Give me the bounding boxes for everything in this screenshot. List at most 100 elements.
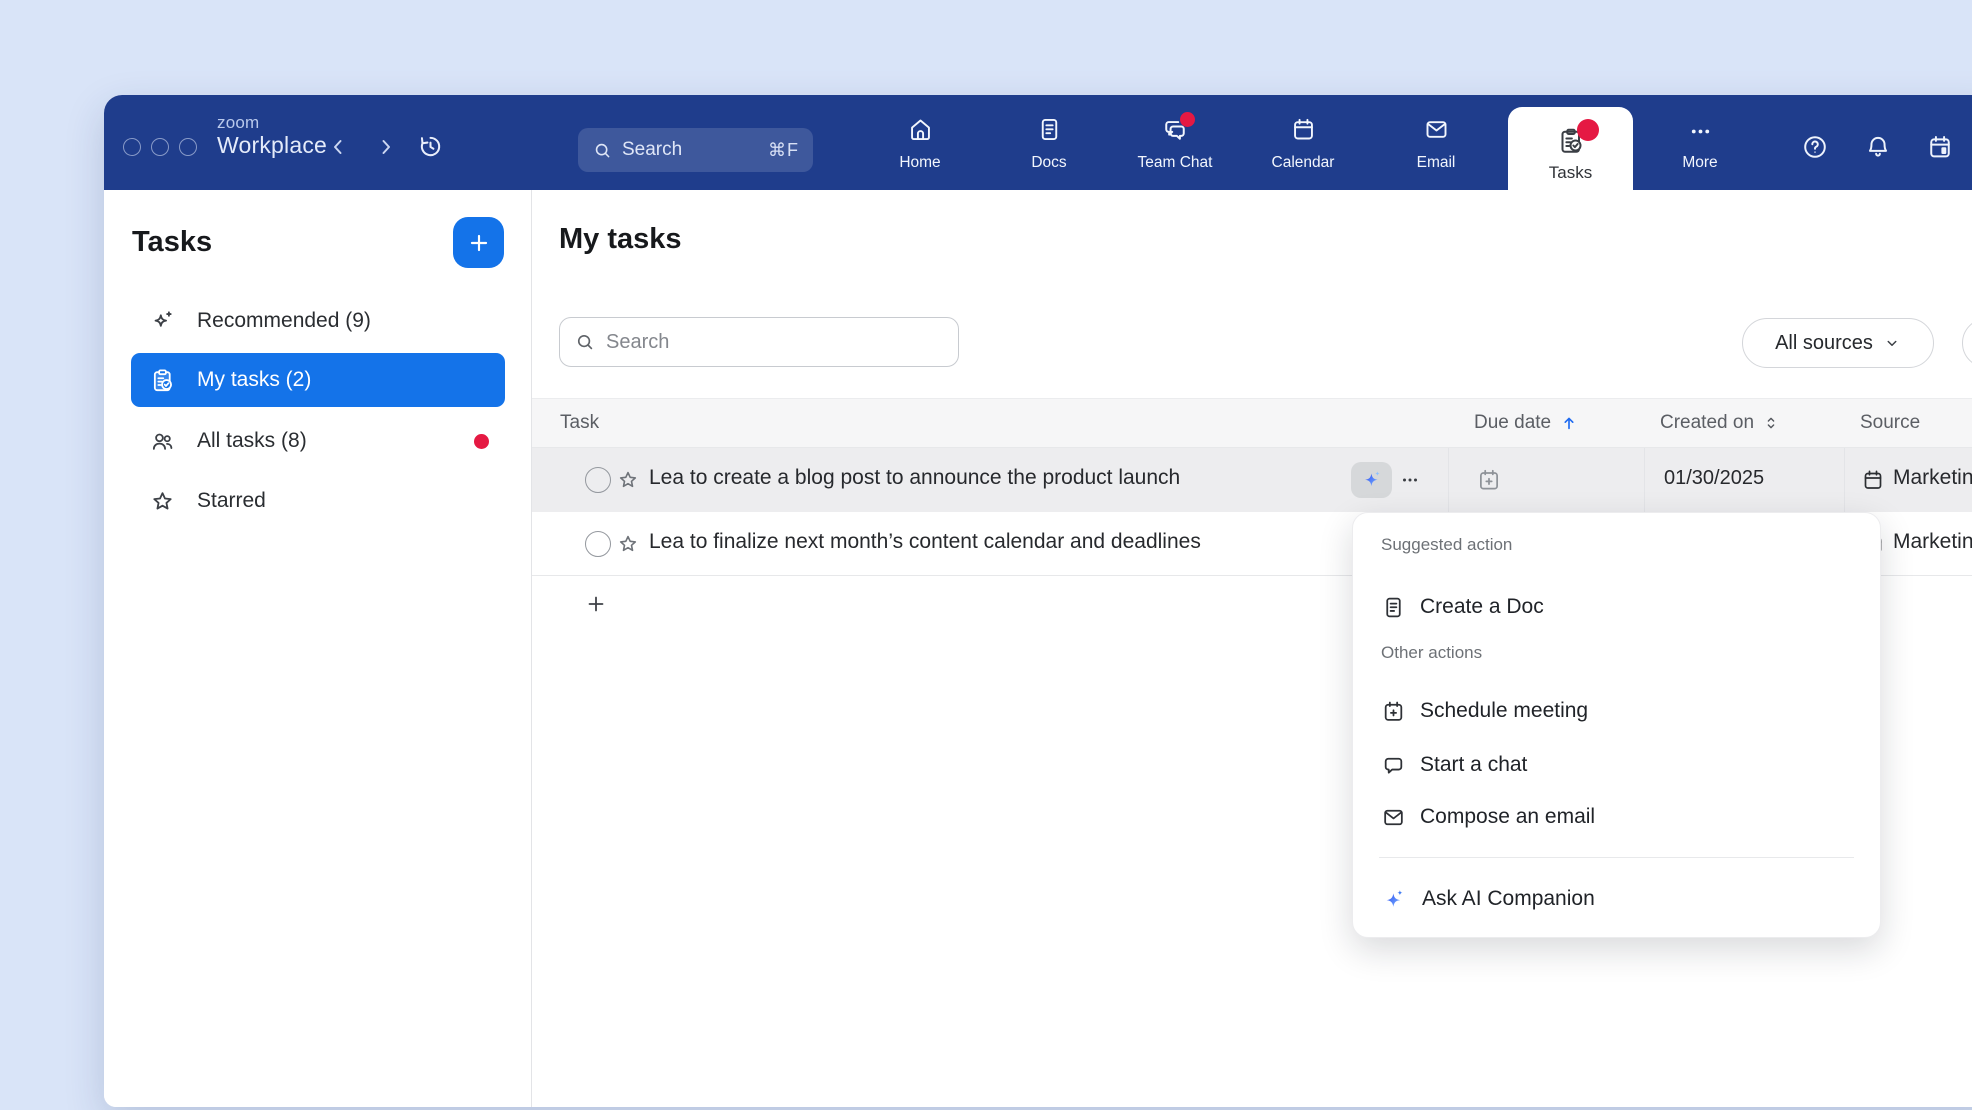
chat-bubble-icon [1381,753,1406,778]
created-on-value: 01/30/2025 [1664,467,1764,490]
nav-email[interactable]: Email [1386,109,1486,181]
table-header: Task Due date Created on Source [532,398,1972,448]
help-icon [1801,133,1829,161]
ellipsis-icon [1398,468,1422,492]
global-search[interactable]: Search ⌘F [578,128,813,172]
brand-zoom: zoom [217,114,327,131]
global-search-placeholder: Search [622,139,759,161]
task-row-1[interactable]: Lea to create a blog post to announce th… [532,448,1972,512]
email-icon [1381,805,1406,830]
screen: { "topbar": { "brand_small": "zoom", "br… [0,0,1972,1110]
chevron-right-icon [374,135,398,159]
menu-section-suggested: Suggested action [1381,535,1512,555]
star-icon[interactable] [616,468,640,492]
history-icon [417,133,444,160]
complete-task-checkbox[interactable] [585,531,611,557]
sidebar-item-all-tasks[interactable]: All tasks (8) [131,414,505,468]
sidebar-item-recommended[interactable]: Recommended (9) [131,294,505,348]
more-icon [1687,118,1714,145]
add-due-date-button[interactable] [1476,467,1502,493]
sidebar-item-my-tasks[interactable]: My tasks (2) [131,353,505,407]
search-shortcut: ⌘F [768,140,799,161]
notifications-button[interactable] [1864,133,1892,161]
calendar-plus-icon [1381,699,1406,724]
ai-companion-actions-button[interactable] [1351,462,1392,498]
tasks-search-input[interactable] [606,331,944,354]
calendar-plus-icon [1476,467,1502,493]
column-task[interactable]: Task [560,399,599,447]
secondary-filter-dropdown[interactable] [1962,318,1972,368]
plus-icon [466,230,492,256]
help-button[interactable] [1801,133,1829,161]
window-zoom-button[interactable] [179,138,197,156]
menu-section-other: Other actions [1381,643,1482,663]
chevron-down-icon [1883,334,1901,352]
bell-icon [1864,133,1892,161]
sidebar-item-label: All tasks (8) [197,429,307,453]
history-button[interactable] [417,133,444,160]
source-calendar-icon [1861,468,1885,492]
calendar-today-icon [1926,133,1954,161]
nav-docs[interactable]: Docs [999,109,1099,181]
email-icon [1423,116,1450,143]
forward-button[interactable] [374,135,398,159]
calendar-icon [1290,116,1317,143]
nav-tasks-active-tab[interactable]: Tasks [1508,107,1633,190]
sidebar-item-label: Recommended (9) [197,309,371,333]
brand-logo: zoom Workplace [217,114,327,157]
search-icon [592,140,613,161]
sort-both-icon [1762,414,1780,432]
sidebar-item-label: Starred [197,489,266,513]
today-calendar-button[interactable] [1926,133,1954,161]
source-value: Marketing [1893,530,1972,554]
add-task-row[interactable] [532,576,1448,636]
sidebar-item-label: My tasks (2) [197,368,311,392]
sources-filter-value: All sources [1775,332,1873,355]
menu-item-ask-ai-companion[interactable]: Ask AI Companion [1353,873,1880,925]
nav-more[interactable]: More [1650,109,1750,181]
nav-home[interactable]: Home [870,109,970,181]
sidebar-title: Tasks [132,226,212,259]
menu-divider [1379,857,1854,858]
window-controls[interactable] [123,138,197,156]
tasks-search[interactable] [559,317,959,367]
sort-ascending-icon [1559,413,1579,433]
plus-icon [584,592,608,616]
task-title[interactable]: Lea to create a blog post to announce th… [649,466,1180,490]
complete-task-checkbox[interactable] [585,467,611,493]
all-tasks-badge [474,434,489,449]
source-value: Marketing [1893,466,1972,490]
home-icon [907,116,934,143]
window-close-button[interactable] [123,138,141,156]
chevron-left-icon [326,135,350,159]
star-icon [149,488,176,515]
menu-item-create-doc[interactable]: Create a Doc [1353,581,1880,633]
back-button[interactable] [326,135,350,159]
column-source[interactable]: Source [1860,399,1920,447]
brand-workplace: Workplace [217,134,327,157]
app-window: zoom Workplace Search ⌘F Home Docs [104,95,1972,1107]
doc-icon [1381,595,1406,620]
add-task-button[interactable] [453,217,504,268]
tasks-sidebar: Tasks Recommended (9) My tasks (2) All t… [104,190,532,1107]
ai-actions-menu: Suggested action Create a Doc Other acti… [1352,512,1881,938]
top-bar: zoom Workplace Search ⌘F Home Docs [104,95,1972,190]
sidebar-item-starred[interactable]: Starred [131,474,505,528]
search-icon [574,331,596,353]
column-due-date[interactable]: Due date [1474,399,1579,447]
nav-calendar[interactable]: Calendar [1253,109,1353,181]
menu-item-start-chat[interactable]: Start a chat [1353,739,1880,791]
tasks-badge [1577,119,1599,141]
row-more-actions-button[interactable] [1398,468,1422,492]
window-minimize-button[interactable] [151,138,169,156]
team-chat-badge [1180,112,1195,127]
sources-filter-dropdown[interactable]: All sources [1742,318,1934,368]
menu-item-compose-email[interactable]: Compose an email [1353,791,1880,843]
star-icon[interactable] [616,532,640,556]
task-title[interactable]: Lea to finalize next month’s content cal… [649,530,1201,554]
menu-item-schedule-meeting[interactable]: Schedule meeting [1353,685,1880,737]
nav-team-chat[interactable]: Team Chat [1125,109,1225,181]
clipboard-check-icon [149,367,176,394]
my-tasks-panel: My tasks All sources Task Due date Creat… [532,190,1972,1107]
column-created-on[interactable]: Created on [1660,399,1780,447]
